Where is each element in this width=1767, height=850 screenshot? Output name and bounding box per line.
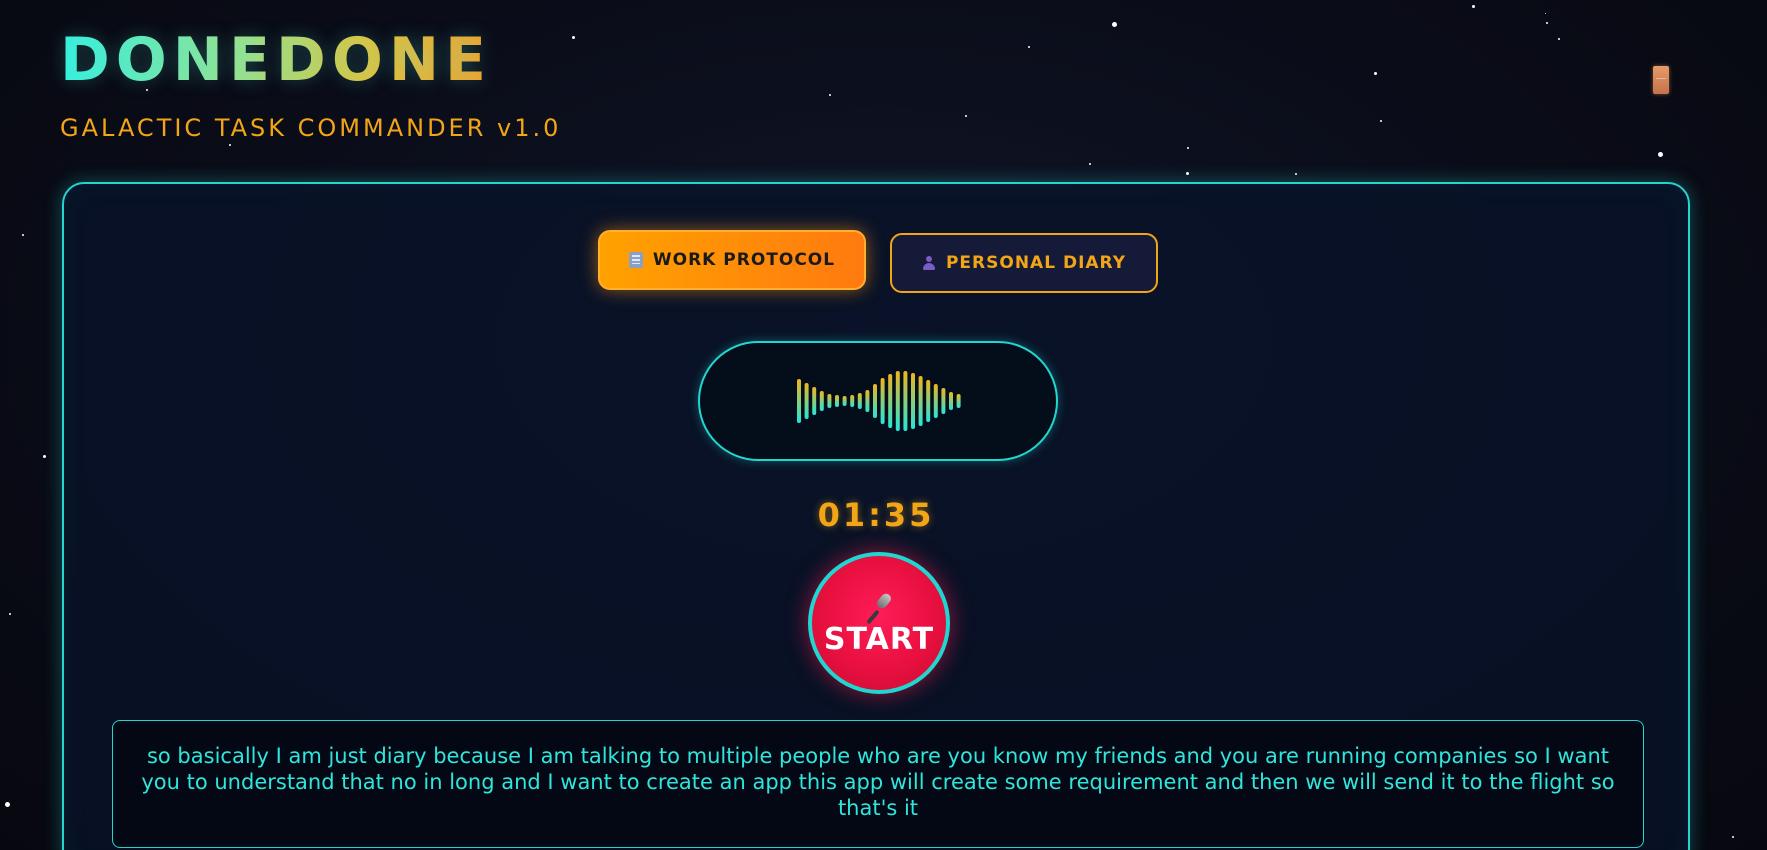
waveform-bar: [827, 394, 832, 408]
waveform-bar: [819, 391, 824, 411]
waveform-bar: [850, 395, 855, 407]
star: [1295, 173, 1297, 175]
star: [1546, 22, 1548, 24]
personal-diary-label: PERSONAL DIARY: [945, 253, 1127, 273]
waveform-graphic: [797, 371, 961, 431]
work-protocol-tab[interactable]: WORK PROTOCOL: [598, 230, 866, 290]
waveform-bar: [873, 384, 877, 418]
star: [1186, 172, 1189, 175]
transcript-box: so basically I am just diary because I a…: [112, 720, 1644, 848]
waveform-bar: [956, 394, 961, 408]
app-logo: DONEDONE: [60, 24, 561, 96]
personal-diary-tab[interactable]: PERSONAL DIARY: [890, 233, 1158, 293]
work-protocol-label: WORK PROTOCOL: [652, 250, 836, 270]
audio-waveform-visualizer: [698, 341, 1058, 461]
star: [9, 613, 11, 615]
star: [1380, 120, 1382, 122]
recording-timer: 01:35: [817, 496, 935, 534]
star: [1658, 152, 1663, 157]
star: [1545, 13, 1546, 14]
transcript-text: so basically I am just diary because I a…: [141, 744, 1615, 820]
person-silhouette-icon: [922, 256, 936, 270]
waveform-bar: [812, 387, 817, 415]
app-header: DONEDONE GALACTIC TASK COMMANDER v1.0: [60, 24, 561, 142]
star: [1187, 147, 1189, 149]
star: [572, 36, 575, 39]
waveform-bar: [888, 374, 893, 428]
star: [1558, 38, 1560, 40]
main-panel: WORK PROTOCOL PERSONAL DIARY 01:35 START…: [62, 182, 1690, 850]
waveform-bar: [918, 376, 923, 426]
waveform-bar: [941, 388, 946, 414]
star: [829, 94, 831, 96]
star: [229, 144, 231, 146]
star: [5, 802, 10, 807]
microphone-icon: [865, 593, 893, 623]
waveform-bar: [804, 383, 809, 419]
star: [1089, 163, 1091, 165]
start-button-label: START: [823, 622, 935, 657]
waveform-bar: [857, 393, 862, 409]
exit-door-icon[interactable]: [1653, 66, 1669, 94]
star: [1374, 72, 1377, 75]
star: [43, 455, 46, 458]
star: [1732, 836, 1734, 838]
star: [1028, 46, 1030, 48]
office-building-icon: [628, 252, 643, 268]
waveform-bar: [926, 380, 931, 422]
waveform-bar: [880, 378, 885, 424]
waveform-bar: [797, 379, 801, 423]
star: [1112, 22, 1117, 27]
waveform-bar: [842, 396, 847, 406]
star: [965, 115, 967, 117]
waveform-bar: [895, 371, 900, 431]
app-subtitle: GALACTIC TASK COMMANDER v1.0: [60, 114, 562, 142]
waveform-bar: [865, 390, 870, 412]
waveform-bar: [903, 371, 908, 431]
star: [22, 234, 24, 236]
star: [1472, 5, 1475, 8]
start-recording-button[interactable]: START: [808, 552, 950, 694]
waveform-bar: [933, 384, 938, 418]
waveform-bar: [911, 373, 915, 429]
waveform-bar: [949, 392, 953, 410]
waveform-bar: [835, 395, 839, 407]
